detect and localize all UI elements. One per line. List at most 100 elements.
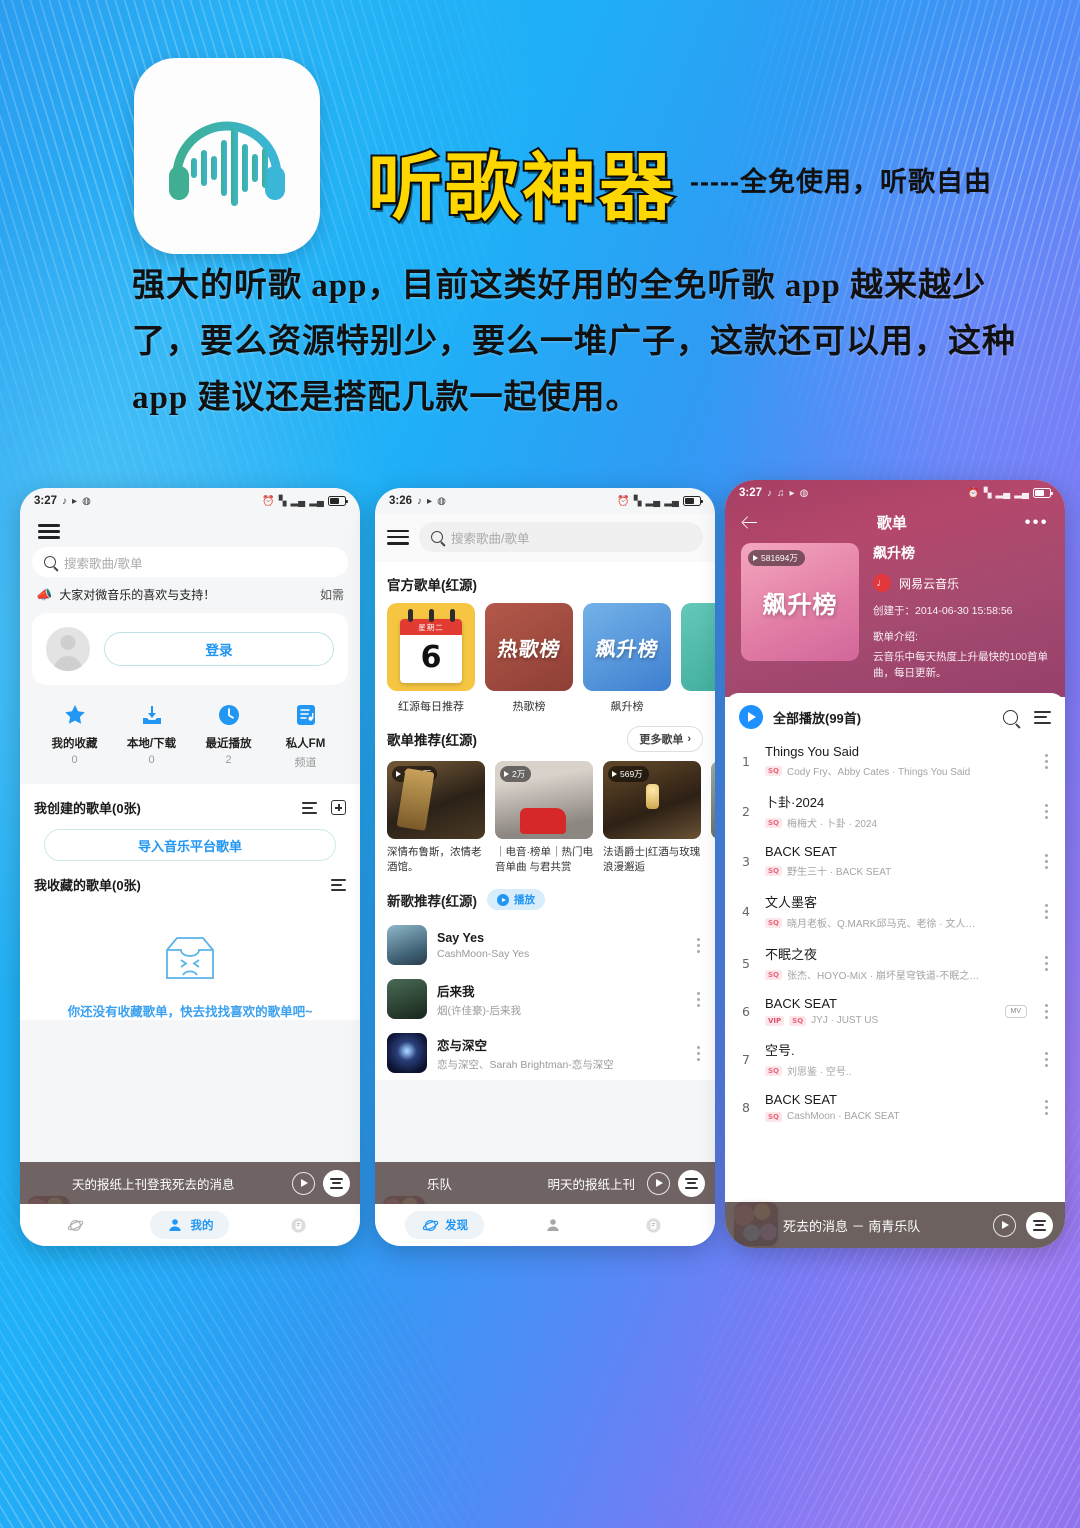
alarm-icon: ⏰ xyxy=(262,495,275,507)
hamburger-menu-icon[interactable] xyxy=(387,529,409,545)
play-icon[interactable] xyxy=(292,1171,315,1195)
status-time: 3:27 xyxy=(739,487,763,499)
tab-discover[interactable]: 发现 xyxy=(405,1211,485,1239)
table-row[interactable]: 2 卜卦·2024 SQ 梅梅犬 · 卜卦 · 2024 xyxy=(739,785,1051,837)
tab-library[interactable] xyxy=(629,1211,685,1239)
play-icon[interactable] xyxy=(647,1171,670,1195)
play-icon[interactable] xyxy=(993,1213,1016,1237)
playlist-name: 飙升榜 xyxy=(873,545,915,561)
status-time: 3:27 xyxy=(34,495,58,507)
login-card: 登录 xyxy=(32,613,348,685)
notice-banner[interactable]: 📣 大家对微音乐的喜欢与支持！ 如需 xyxy=(32,577,348,611)
official-card-hot[interactable]: 热歌榜 热歌榜 xyxy=(485,603,573,714)
table-row[interactable]: 5 不眠之夜 SQ 张杰、HOYO-MiX · 崩坏星穹铁道-不眠之… xyxy=(739,937,1051,989)
tab-discover[interactable] xyxy=(50,1211,106,1239)
mini-player[interactable]: 乐队 明天的报纸上刊 xyxy=(375,1162,715,1204)
sort-icon[interactable] xyxy=(302,801,317,814)
import-playlist-button[interactable]: 导入音乐平台歌单 xyxy=(44,829,336,861)
play-icon[interactable] xyxy=(739,705,763,729)
vip-badge: VIP xyxy=(765,1015,785,1026)
playlist-cover[interactable]: 581694万 飙升榜 xyxy=(741,543,859,661)
play-count-badge: 2万 xyxy=(500,766,532,782)
mini-player[interactable]: 天的报纸上刊登我死去的消息 xyxy=(20,1162,360,1204)
more-options-icon[interactable]: ••• xyxy=(1025,514,1049,532)
playlist-card[interactable]: 2万 ｜电音·榜单｜热门电音单曲 与君共赏 xyxy=(495,761,593,875)
more-options-icon[interactable] xyxy=(691,1045,703,1061)
album-art xyxy=(387,1033,427,1073)
table-row[interactable]: 8 BACK SEAT SQ CashMoon · BACK SEAT xyxy=(739,1085,1051,1129)
tab-library[interactable] xyxy=(274,1211,330,1239)
discover-planet-icon xyxy=(66,1216,84,1234)
official-card-rising[interactable]: 飙升榜 飙升榜 xyxy=(583,603,671,714)
shield-icon: ◍ xyxy=(437,495,446,507)
queue-icon[interactable] xyxy=(678,1169,705,1197)
sort-icon[interactable] xyxy=(331,878,346,891)
sort-icon[interactable] xyxy=(1034,710,1051,724)
quick-action-recent[interactable]: 最近播放 2 xyxy=(190,701,267,770)
more-playlists-button[interactable]: 更多歌单 › xyxy=(627,726,703,752)
plus-icon[interactable] xyxy=(331,800,346,815)
chevron-right-icon: › xyxy=(687,733,691,745)
sq-badge: SQ xyxy=(765,865,782,876)
more-options-icon[interactable] xyxy=(1039,1003,1051,1019)
page-subtitle: -----全免使用，听歌自由 xyxy=(690,167,992,197)
search-input[interactable]: 搜索歌曲/歌单 xyxy=(32,547,348,577)
more-options-icon[interactable] xyxy=(1039,955,1051,971)
headphone-icon: ♫ xyxy=(777,487,785,499)
sq-badge: SQ xyxy=(765,1111,782,1122)
more-options-icon[interactable] xyxy=(1039,1099,1051,1115)
more-options-icon[interactable] xyxy=(1039,803,1051,819)
quick-action-fm[interactable]: 私人FM 频道 xyxy=(267,701,344,770)
search-input[interactable]: 搜索歌曲/歌单 xyxy=(419,522,703,552)
table-row[interactable]: 4 文人墨客 SQ 晓月老板、Q.MARK邱马克、老徐 · 文人… xyxy=(739,885,1051,937)
table-row[interactable]: 7 空号. SQ 刘思鉴 · 空号.. xyxy=(739,1033,1051,1085)
list-item[interactable]: 后来我 烟(许佳豪)-后来我 xyxy=(387,972,703,1026)
table-row[interactable]: 6 BACK SEAT VIP SQ JYJ · JUST US MV xyxy=(739,989,1051,1033)
shield-icon: ◍ xyxy=(799,487,809,499)
status-time: 3:26 xyxy=(389,495,413,507)
quick-action-download[interactable]: 本地/下载 0 xyxy=(113,701,190,770)
tab-mine[interactable] xyxy=(528,1211,584,1239)
back-arrow-icon[interactable] xyxy=(741,514,759,532)
list-item[interactable]: Say Yes CashMoon-Say Yes xyxy=(387,918,703,972)
page-title: 歌单 xyxy=(876,515,907,532)
netease-cloud-music-icon: ♩ xyxy=(873,574,891,592)
phone-screenshot-discover: 3:26 ♪ ▸ ◍ ⏰ ▚ ▂▄ ▂▄ 搜索歌曲/歌单 官方歌单(红源) 星期… xyxy=(375,488,715,1246)
play-all-row[interactable]: 全部播放(99首) xyxy=(739,693,1051,737)
search-icon[interactable] xyxy=(1003,709,1018,725)
page-title: 听歌神器 xyxy=(366,143,676,233)
table-row[interactable]: 3 BACK SEAT SQ 野生三十 · BACK SEAT xyxy=(739,837,1051,885)
poster-description: 强大的听歌 app，目前这类好用的全免听歌 app 越来越少了，要么资源特别少，… xyxy=(132,268,1016,416)
table-row[interactable]: 1 Things You Said SQ Cody Fry、Abby Cates … xyxy=(739,737,1051,785)
mv-badge[interactable]: MV xyxy=(1004,1004,1027,1018)
battery-icon xyxy=(328,496,348,506)
play-all-chip[interactable]: 播放 xyxy=(487,889,545,910)
mini-player[interactable]: 死去的消息 － 南青乐队 xyxy=(725,1202,1065,1248)
playlist-card[interactable]: 569万 法语爵士|红酒与玫瑰浪漫邂逅 xyxy=(603,761,701,875)
more-options-icon[interactable] xyxy=(1039,1051,1051,1067)
status-bar: 3:27 ♪ ♫ ▸ ◍ ⏰ ▚ ▂▄ ▂▄ xyxy=(725,480,1065,506)
playlist-source[interactable]: 网易云音乐 xyxy=(899,575,959,592)
notice-action[interactable]: 如需 xyxy=(320,586,344,603)
queue-icon[interactable] xyxy=(1026,1211,1053,1239)
official-card-daily[interactable]: 星期二 6 红源每日推荐 xyxy=(387,603,475,714)
hamburger-menu-icon[interactable] xyxy=(38,524,60,539)
more-options-icon[interactable] xyxy=(1039,753,1051,769)
playlist-card[interactable]: 2203万 深情布鲁斯，浓情老酒馆。 xyxy=(387,761,485,875)
more-options-icon[interactable] xyxy=(1039,903,1051,919)
playlist-card[interactable]: 【风 xyxy=(711,761,715,875)
signal-icon: ▂▄ xyxy=(290,495,306,507)
official-card-more[interactable] xyxy=(681,603,715,714)
status-bar: 3:27 ♪ ▸ ◍ ⏰ ▚ ▂▄ ▂▄ xyxy=(20,488,360,514)
more-options-icon[interactable] xyxy=(1039,853,1051,869)
tab-mine[interactable]: 我的 xyxy=(150,1211,230,1239)
list-item[interactable]: 恋与深空 恋与深空、Sarah Brightman-恋与深空 xyxy=(387,1026,703,1080)
avatar[interactable] xyxy=(46,627,90,671)
queue-icon[interactable] xyxy=(323,1169,350,1197)
quick-action-favorites[interactable]: 我的收藏 0 xyxy=(36,701,113,770)
more-options-icon[interactable] xyxy=(691,937,703,953)
more-options-icon[interactable] xyxy=(691,991,703,1007)
login-button[interactable]: 登录 xyxy=(104,632,334,666)
wifi-icon: ▚ xyxy=(278,495,287,507)
favorite-playlists-header: 我收藏的歌单(0张) xyxy=(34,861,346,904)
